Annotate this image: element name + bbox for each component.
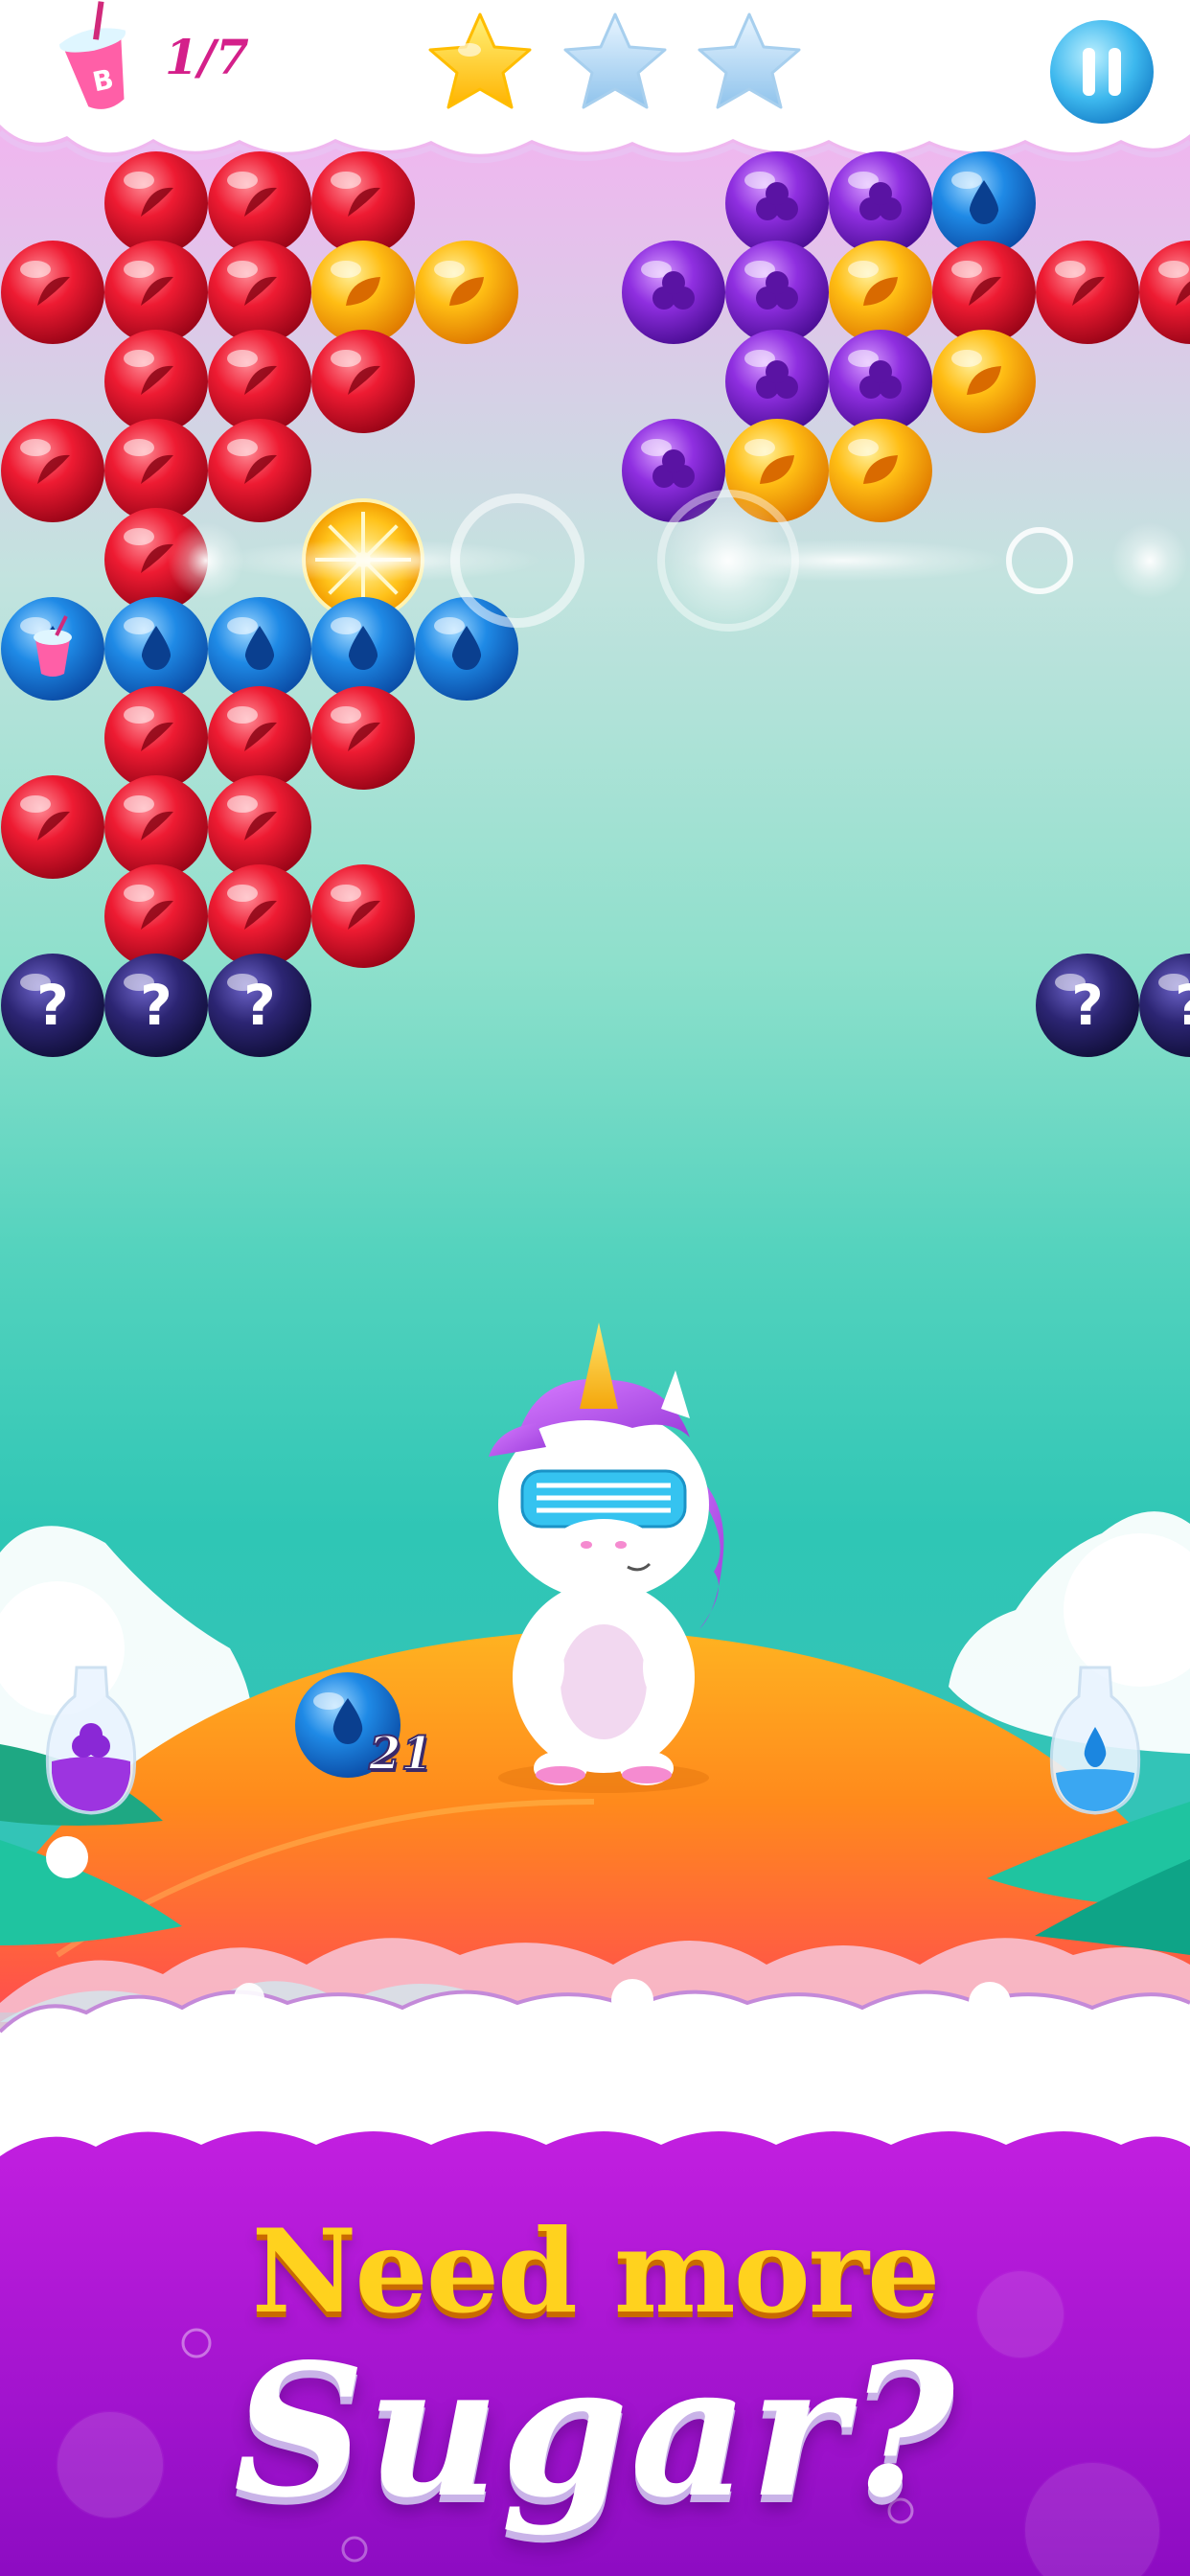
orange-slice-bubble <box>415 241 518 344</box>
mystery-question-bubble: ? <box>1139 954 1190 1057</box>
red-cherry-bubble <box>208 775 311 879</box>
red-cherry-bubble <box>104 686 208 790</box>
purple-berry-bubble <box>829 330 932 433</box>
svg-text:?: ? <box>243 973 276 1038</box>
red-cherry-bubble <box>311 864 415 968</box>
svg-text:?: ? <box>36 973 69 1038</box>
blue-water-drop-bubble <box>104 597 208 701</box>
game-screen[interactable]: ?????? <box>0 0 1190 2576</box>
game-board[interactable]: ?????? <box>0 0 1190 2576</box>
purple-berry-bubble <box>725 241 829 344</box>
mystery-question-bubble: ? <box>208 954 311 1057</box>
red-cherry-bubble <box>208 419 311 522</box>
mystery-question-bubble: ? <box>1 954 104 1057</box>
lemon-burst-effects <box>168 490 1188 632</box>
svg-text:?: ? <box>1071 973 1104 1038</box>
blue-water-drop-bubble <box>208 597 311 701</box>
purple-berry-bubble <box>725 330 829 433</box>
orange-slice-bubble <box>829 241 932 344</box>
purple-berry-bubble <box>829 151 932 255</box>
red-cherry-bubble <box>1 419 104 522</box>
purple-berry-bubble <box>725 151 829 255</box>
blue-milkshake-bubble <box>1 597 104 701</box>
red-cherry-bubble <box>208 151 311 255</box>
purple-berry-bubble <box>622 241 725 344</box>
bottom-cloud-band <box>0 1990 1190 2156</box>
orange-slice-bubble <box>932 330 1036 433</box>
promo-headline-line2: Sugar? <box>233 2324 957 2538</box>
red-cherry-bubble <box>311 686 415 790</box>
red-cherry-bubble <box>1139 241 1190 344</box>
red-cherry-bubble <box>208 864 311 968</box>
blue-water-drop-bubble <box>311 597 415 701</box>
level-progress-counter: 1/7 <box>165 29 249 85</box>
pause-button[interactable] <box>1042 12 1161 131</box>
red-cherry-bubble <box>1 241 104 344</box>
svg-text:?: ? <box>1175 973 1190 1038</box>
red-cherry-bubble <box>208 330 311 433</box>
red-cherry-bubble <box>932 241 1036 344</box>
orange-slice-bubble <box>829 419 932 522</box>
promo-headline-line1: Need more <box>251 2204 941 2339</box>
bubble-cluster: ?????? <box>1 151 1190 1057</box>
blue-water-drop-bubble <box>415 597 518 701</box>
red-cherry-bubble <box>1036 241 1139 344</box>
red-cherry-bubble <box>104 419 208 522</box>
mystery-question-bubble: ? <box>104 954 208 1057</box>
svg-text:?: ? <box>140 973 172 1038</box>
red-cherry-bubble <box>208 686 311 790</box>
mystery-question-bubble: ? <box>1036 954 1139 1057</box>
red-cherry-bubble <box>1 775 104 879</box>
red-cherry-bubble <box>104 330 208 433</box>
shots-remaining-count: 21 <box>368 1726 434 1782</box>
red-cherry-bubble <box>104 775 208 879</box>
red-cherry-bubble <box>311 330 415 433</box>
blue-water-drop-bubble <box>932 151 1036 255</box>
orange-slice-bubble <box>311 241 415 344</box>
red-cherry-bubble <box>208 241 311 344</box>
red-cherry-bubble <box>311 151 415 255</box>
red-cherry-bubble <box>104 864 208 968</box>
red-cherry-bubble <box>104 151 208 255</box>
red-cherry-bubble <box>104 241 208 344</box>
